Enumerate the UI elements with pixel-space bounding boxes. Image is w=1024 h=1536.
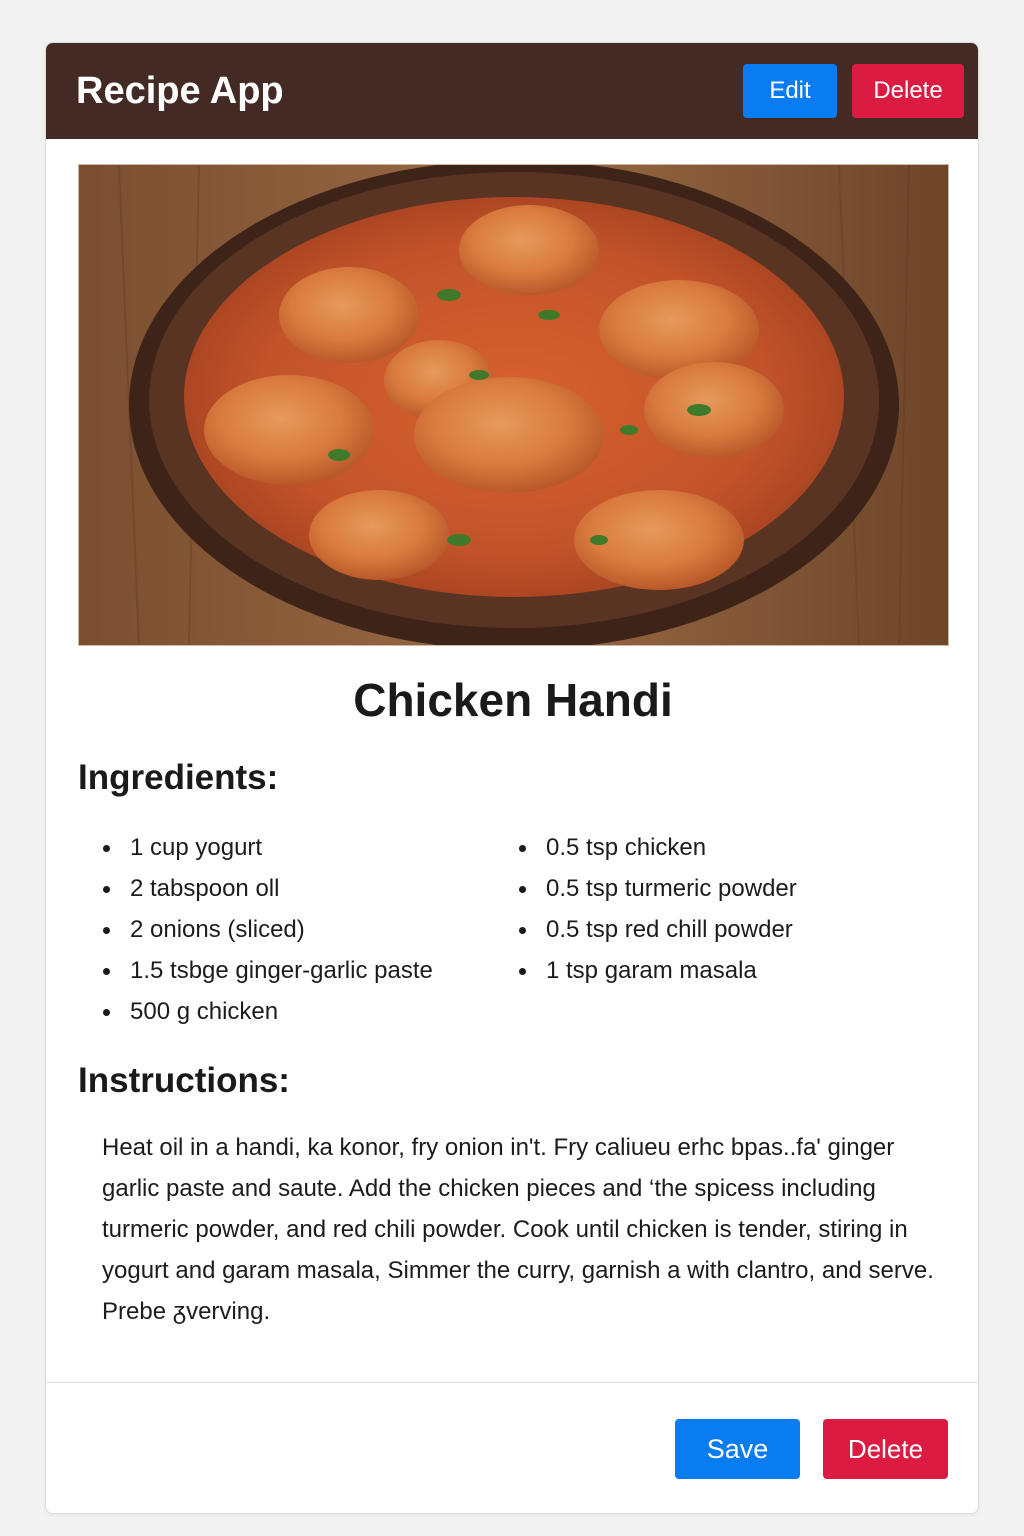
footer-delete-button[interactable]: Delete: [823, 1419, 948, 1479]
ingredients-heading: Ingredients:: [78, 758, 279, 797]
footer-divider: [46, 1382, 978, 1383]
edit-button[interactable]: Edit: [743, 64, 837, 118]
ingredient-item: 2 tabspoon oll: [100, 868, 433, 909]
save-button[interactable]: Save: [675, 1419, 800, 1479]
recipe-title: Chicken Handi: [353, 674, 673, 726]
recipe-card: Recipe App Edit Delete Chicken Handi Ing…: [45, 42, 979, 1514]
ingredient-item: 1.5 tsbge ginger-garlic paste: [100, 950, 433, 991]
ingredient-item: 0.5 tsp chicken: [516, 827, 797, 868]
instructions-text: Heat oil in a handi, ka konor, fry onion…: [102, 1134, 934, 1325]
ingredient-item: 0.5 tsp red chill powder: [516, 909, 797, 950]
ingredient-item: 1 cup yogurt: [100, 827, 433, 868]
ingredient-item: 500 g chicken: [100, 991, 433, 1032]
ingredients-list-left: 1 cup yogurt 2 tabspoon oll 2 onions (sl…: [100, 827, 433, 1032]
delete-button[interactable]: Delete: [852, 64, 964, 118]
ingredient-item: 0.5 tsp turmeric powder: [516, 868, 797, 909]
app-header: Recipe App Edit Delete: [46, 43, 978, 139]
ingredient-item: 2 onions (sliced): [100, 909, 433, 950]
app-title: Recipe App: [76, 69, 284, 112]
recipe-photo: [78, 164, 949, 646]
ingredients-list-right: 0.5 tsp chicken 0.5 tsp turmeric powder …: [516, 827, 797, 991]
instructions-heading: Instructions:: [78, 1061, 290, 1100]
ingredient-item: 1 tsp garam masala: [516, 950, 797, 991]
